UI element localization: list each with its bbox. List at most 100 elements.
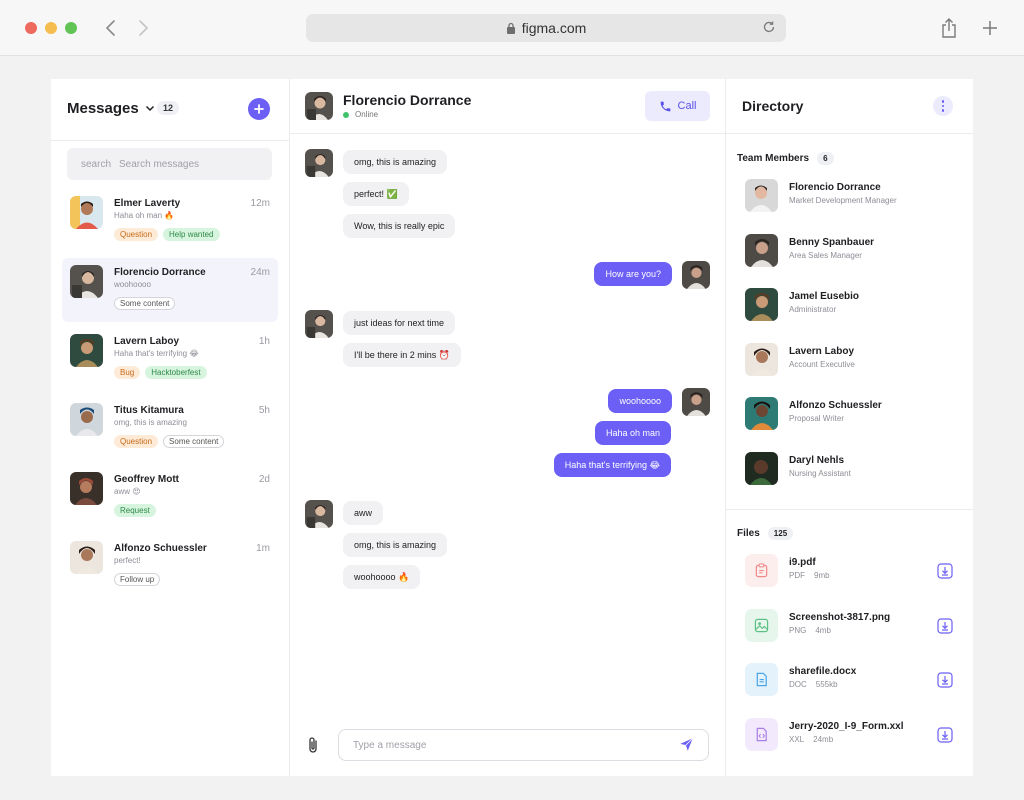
messages-count-badge: 12 [157, 101, 180, 115]
team-members-count: 6 [817, 152, 834, 165]
reload-icon[interactable] [762, 20, 776, 34]
conversation-preview: Haha that's terrifying 😂 [114, 349, 199, 358]
messages-header: Messages 12 [51, 79, 289, 141]
search-input[interactable]: search Search messages [67, 148, 272, 180]
files-title: Files [737, 528, 760, 539]
conversation-time: 2d [258, 474, 270, 485]
member-role: Area Sales Manager [789, 250, 862, 260]
file-item[interactable]: Screenshot-3817.png PNG 4mb [745, 608, 960, 649]
directory-title: Directory [742, 98, 804, 114]
plus-icon [254, 104, 264, 114]
conversation-name: Florencio Dorrance [114, 267, 206, 278]
chevron-down-icon [145, 105, 154, 112]
close-window-button[interactable] [25, 22, 37, 34]
forward-arrow-icon[interactable] [136, 18, 150, 38]
minimize-window-button[interactable] [45, 22, 57, 34]
conversation-time: 5h [258, 405, 270, 416]
conversation-tag: Some content [114, 297, 176, 310]
file-item[interactable]: sharefile.docx DOC 555kb [745, 663, 960, 703]
file-type: XXL [789, 734, 805, 744]
conversation-name: Titus Kitamura [114, 405, 184, 416]
conversation-item[interactable]: Alfonzo Schuessler 1m perfect! Follow up [62, 534, 278, 598]
file-type: PNG [789, 625, 807, 635]
team-member-item[interactable]: Jamel Eusebio Administrator [745, 288, 960, 328]
lock-icon [506, 22, 515, 34]
avatar [70, 472, 103, 505]
download-icon[interactable] [937, 727, 953, 743]
contact-avatar [305, 92, 333, 120]
message-input[interactable]: Type a message [338, 729, 709, 761]
conversation-item[interactable]: Lavern Laboy 1h Haha that's terrifying 😂 Bu… [62, 327, 278, 391]
directory-panel: Directory Team Members 6 Florencio Dorra… [726, 79, 973, 776]
more-options-icon[interactable] [933, 96, 953, 116]
download-icon[interactable] [937, 617, 953, 634]
avatar [70, 265, 103, 298]
online-status-dot [343, 111, 349, 118]
download-icon[interactable] [937, 672, 953, 688]
conversation-tag: Hacktoberfest [145, 366, 207, 379]
file-item[interactable]: i9.pdf PDF 9mb [745, 554, 960, 594]
conversation-tags: Follow up [114, 573, 161, 586]
messages-title[interactable]: Messages [67, 100, 155, 117]
member-role: Account Executive [789, 359, 855, 369]
attachment-icon[interactable] [307, 736, 319, 754]
files-label: Files 125 [737, 527, 794, 540]
conversation-item[interactable]: Elmer Laverty 12m Haha oh man 🔥 Question Hel… [62, 189, 278, 253]
team-member-item[interactable]: Lavern Laboy Account Executive [745, 342, 960, 383]
conversation-tags: Bug Hacktoberfest [114, 366, 207, 379]
avatar [745, 342, 778, 376]
conversation-name: Lavern Laboy [114, 336, 180, 347]
browser-toolbar: figma.com [0, 0, 1024, 56]
url-text: figma.com [521, 20, 587, 36]
conversation-tags: Request [114, 504, 156, 517]
team-member-item[interactable]: Benny Spanbauer Area Sales Manager [745, 233, 960, 274]
conversation-tag: Follow up [114, 573, 161, 586]
avatar [70, 334, 103, 367]
team-member-item[interactable]: Florencio Dorrance Market Development Man… [745, 179, 960, 219]
avatar [745, 233, 778, 267]
address-bar[interactable]: figma.com [306, 14, 786, 42]
message-avatar [305, 149, 333, 177]
avatar [745, 179, 778, 212]
share-icon[interactable] [941, 18, 957, 38]
member-role: Nursing Assistant [789, 469, 851, 478]
file-meta: XXL 24mb [789, 735, 833, 744]
new-message-button[interactable] [248, 98, 270, 120]
contact-name: Florencio Dorrance [343, 92, 472, 108]
incoming-message: I'll be there in 2 mins ⏰ [343, 343, 461, 367]
conversation-item[interactable]: Florencio Dorrance 24m woohoooo Some conten… [62, 258, 278, 322]
conversation-item[interactable]: Titus Kitamura 5h omg, this is amazing Ques… [62, 396, 278, 460]
file-type: PDF [789, 571, 805, 580]
conversation-tag: Help wanted [163, 228, 220, 241]
image-file-icon [745, 608, 778, 642]
member-name: Daryl Nehls [789, 455, 845, 466]
conversation-list-panel: Messages 12 search Search messages Elmer… [51, 79, 290, 776]
call-button[interactable]: Call [645, 91, 710, 121]
file-name: sharefile.docx [789, 666, 857, 678]
member-role: Proposal Writer [789, 414, 844, 424]
team-member-item[interactable]: Alfonzo Schuessler Proposal Writer [745, 397, 960, 437]
back-arrow-icon[interactable] [104, 18, 118, 38]
conversation-tag: Question [114, 435, 159, 448]
file-item[interactable]: Jerry-2020_I-9_Form.xxl XXL 24mb [745, 717, 960, 758]
conversation-time: 1h [258, 336, 270, 347]
maximize-window-button[interactable] [65, 22, 77, 34]
file-meta: PNG 4mb [789, 626, 831, 635]
file-size: 24mb [813, 734, 834, 744]
doc-file-icon [745, 663, 778, 697]
conversation-name: Elmer Laverty [114, 198, 181, 209]
new-tab-icon[interactable] [982, 20, 998, 36]
download-icon[interactable] [937, 563, 953, 579]
file-name: Jerry-2020_I-9_Form.xxl [789, 720, 904, 732]
conversation-tag: Some content [163, 435, 225, 448]
chat-panel: Florencio Dorrance Online Call omg, this… [290, 79, 726, 776]
file-meta: DOC 555kb [789, 680, 838, 689]
conversation-preview: perfect! [114, 556, 141, 565]
conversation-tag: Bug [114, 366, 141, 379]
avatar [70, 196, 103, 229]
message-avatar [305, 310, 333, 338]
send-icon[interactable] [679, 737, 694, 752]
team-member-item[interactable]: Daryl Nehls Nursing Assistant [745, 452, 960, 492]
messages-title-label: Messages [67, 100, 139, 117]
conversation-item[interactable]: Geoffrey Mott 2d aww 😍 Request [62, 465, 278, 529]
